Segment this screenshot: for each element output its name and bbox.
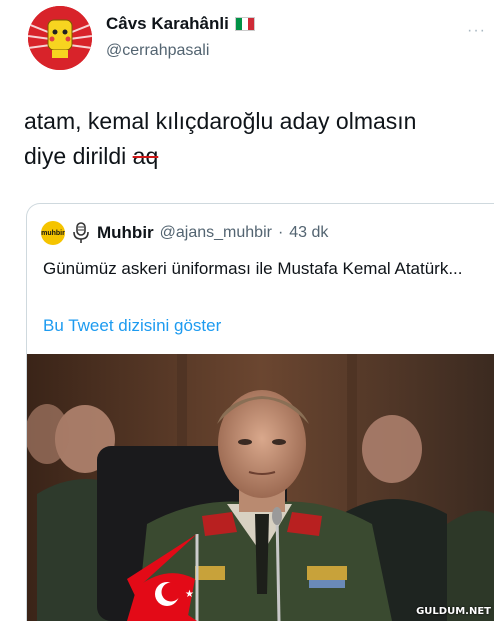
tweet-text-struck: aq [132,143,159,169]
author-display-name[interactable]: Câvs Karahânli [106,14,229,34]
quoted-tweet-text: Günümüz askeri üniforması ile Mustafa Ke… [43,259,463,278]
quoted-time[interactable]: 43 dk [289,224,328,242]
image-watermark: GULDUM.NET [416,606,491,617]
author-handle[interactable]: @cerrahpasali [106,42,209,60]
author-name-row: Câvs Karahânli [106,14,255,34]
tweet-text-line2-main: diye dirildi [24,143,127,169]
quoted-handle[interactable]: @ajans_muhbir [160,224,272,242]
show-thread-link[interactable]: Bu Tweet dizisini göster [43,316,221,336]
avatar[interactable] [28,6,92,70]
quoted-separator: · [277,224,284,241]
more-options-icon[interactable]: ··· [467,22,486,40]
tweet-text-line1: atam, kemal kılıçdaroğlu aday olmasın [24,108,417,134]
quoted-tweet-header: muhbir Muhbir @ajans_muhbir · 43 dk [41,221,328,245]
quoted-tweet-image[interactable]: ★ [27,354,494,621]
svg-text:★: ★ [185,589,194,600]
profile-picture [28,6,92,70]
quoted-avatar[interactable]: muhbir [41,221,65,245]
quoted-display-name[interactable]: Muhbir [97,223,154,243]
tweet-text-line2: diye dirildi aq [24,139,490,174]
italy-flag-icon [234,17,255,31]
quoted-tweet-card[interactable]: muhbir Muhbir @ajans_muhbir · 43 dk Günü… [26,203,494,621]
tweet-text: atam, kemal kılıçdaroğlu aday olmasın di… [24,104,490,174]
microphone-icon [73,222,89,243]
